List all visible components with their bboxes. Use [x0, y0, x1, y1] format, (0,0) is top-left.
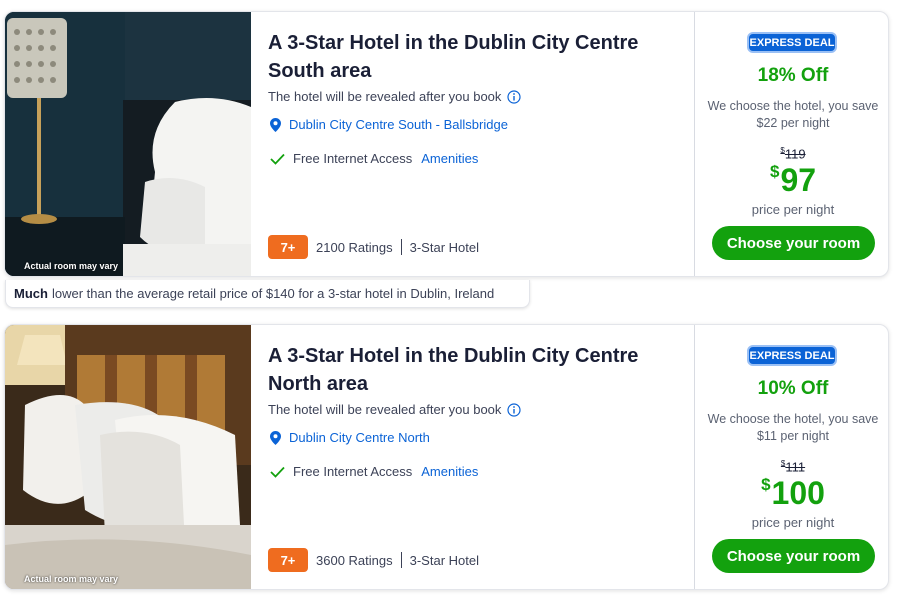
- original-price-value: 119: [784, 146, 806, 162]
- current-price-value: 100: [771, 475, 825, 511]
- room-photo-image: [5, 325, 251, 589]
- amenities-link[interactable]: Amenities: [421, 464, 478, 479]
- hotel-location[interactable]: Dublin City Centre South - Ballsbridge: [270, 117, 508, 132]
- reveal-text: The hotel will be revealed after you boo…: [268, 402, 502, 417]
- savings-text: We choose the hotel, you save $11 per ni…: [707, 412, 879, 443]
- amenities-link[interactable]: Amenities: [421, 151, 478, 166]
- hotel-info: A 3-Star Hotel in the Dublin City Centre…: [251, 325, 694, 589]
- hotel-location[interactable]: Dublin City Centre North: [270, 430, 430, 445]
- location-label[interactable]: Dublin City Centre North: [289, 430, 430, 445]
- room-photo-image: [5, 12, 251, 276]
- star-class: 3-Star Hotel: [409, 239, 479, 255]
- savings-text: We choose the hotel, you save $22 per ni…: [707, 99, 879, 130]
- current-price-currency: $: [761, 475, 771, 494]
- original-price-value: 111: [785, 459, 806, 475]
- current-price: $97: [695, 162, 888, 199]
- reveal-note: The hotel will be revealed after you boo…: [268, 402, 522, 417]
- ratings-count: 3600 Ratings: [316, 552, 393, 568]
- hotel-card-1[interactable]: Actual room may vary A 3-Star Hotel in t…: [4, 11, 889, 277]
- reveal-text: The hotel will be revealed after you boo…: [268, 89, 502, 104]
- star-class: 3-Star Hotel: [409, 552, 479, 568]
- amenities-row: Free Internet Access Amenities: [270, 464, 478, 479]
- current-price-value: 97: [780, 162, 817, 198]
- price-panel: EXPRESS DEAL 10% Off We choose the hotel…: [694, 325, 888, 589]
- amenity-label: Free Internet Access: [293, 151, 413, 166]
- current-price: $100: [695, 475, 888, 512]
- ratings-row: 7+ 3600 Ratings 3-Star Hotel: [268, 548, 479, 572]
- amenity-label: Free Internet Access: [293, 464, 413, 479]
- check-icon: [270, 466, 285, 478]
- express-deal-badge: EXPRESS DEAL: [747, 345, 837, 366]
- hotel-card-2[interactable]: Actual room may vary A 3-Star Hotel in t…: [4, 324, 889, 590]
- location-label[interactable]: Dublin City Centre South - Ballsbridge: [289, 117, 508, 132]
- hotel-photo[interactable]: Actual room may vary: [5, 325, 251, 589]
- rating-badge: 7+: [268, 548, 308, 572]
- ratings-row: 7+ 2100 Ratings 3-Star Hotel: [268, 235, 479, 259]
- price-per-night-label: price per night: [751, 515, 835, 530]
- photo-caption: Actual room may vary: [24, 574, 119, 584]
- price-panel: EXPRESS DEAL 18% Off We choose the hotel…: [694, 12, 888, 276]
- note-emphasis: Much: [14, 286, 48, 301]
- location-pin-icon: [270, 430, 281, 445]
- hotel-title[interactable]: A 3-Star Hotel in the Dublin City Centre…: [268, 342, 688, 398]
- discount-label: 10% Off: [757, 378, 829, 399]
- divider: [400, 239, 402, 255]
- rating-badge: 7+: [268, 235, 308, 259]
- current-price-currency: $: [769, 162, 780, 181]
- reveal-note: The hotel will be revealed after you boo…: [268, 89, 522, 104]
- express-deal-badge: EXPRESS DEAL: [747, 32, 837, 53]
- amenities-row: Free Internet Access Amenities: [270, 151, 478, 166]
- retail-price-note: Much lower than the average retail price…: [5, 280, 530, 308]
- photo-caption: Actual room may vary: [24, 261, 119, 271]
- hotel-photo[interactable]: Actual room may vary: [5, 12, 251, 276]
- hotel-title[interactable]: A 3-Star Hotel in the Dublin City Centre…: [268, 29, 688, 85]
- info-icon[interactable]: [507, 402, 522, 417]
- price-per-night-label: price per night: [751, 202, 835, 217]
- check-icon: [270, 153, 285, 165]
- choose-room-button[interactable]: Choose your room: [712, 226, 875, 260]
- ratings-count: 2100 Ratings: [316, 239, 393, 255]
- discount-label: 18% Off: [757, 65, 829, 86]
- original-price: $119: [695, 146, 888, 162]
- original-price: $111: [695, 459, 888, 475]
- info-icon[interactable]: [507, 89, 522, 104]
- hotel-info: A 3-Star Hotel in the Dublin City Centre…: [251, 12, 694, 276]
- divider: [400, 552, 402, 568]
- location-pin-icon: [270, 117, 281, 132]
- note-text: lower than the average retail price of $…: [51, 286, 495, 301]
- choose-room-button[interactable]: Choose your room: [712, 539, 875, 573]
